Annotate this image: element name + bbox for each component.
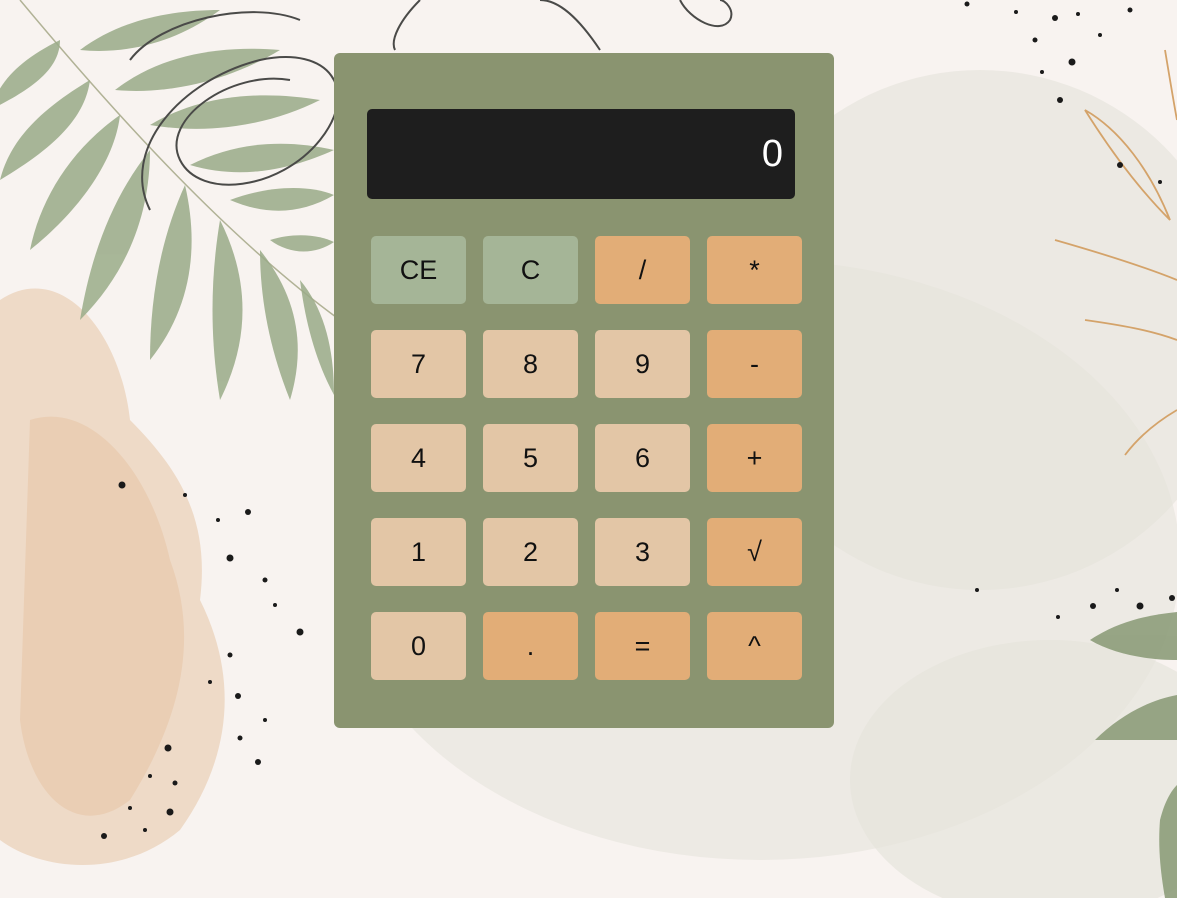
calculator-display: 0: [367, 109, 795, 199]
digit-1-button[interactable]: 1: [371, 518, 466, 586]
decimal-button[interactable]: .: [483, 612, 578, 680]
digit-9-button[interactable]: 9: [595, 330, 690, 398]
clear-entry-button[interactable]: CE: [371, 236, 466, 304]
power-button[interactable]: ^: [707, 612, 802, 680]
calculator: 0 CE C / * 7 8 9- 4 5 6 +1 2 3 √ 0. = ^: [334, 53, 834, 728]
digit-0-button[interactable]: 0: [371, 612, 466, 680]
digit-5-button[interactable]: 5: [483, 424, 578, 492]
digit-4-button[interactable]: 4: [371, 424, 466, 492]
digit-8-button[interactable]: 8: [483, 330, 578, 398]
add-button[interactable]: +: [707, 424, 802, 492]
digit-7-button[interactable]: 7: [371, 330, 466, 398]
digit-3-button[interactable]: 3: [595, 518, 690, 586]
multiply-button[interactable]: *: [707, 236, 802, 304]
divide-button[interactable]: /: [595, 236, 690, 304]
calculator-keypad: CE C / * 7 8 9- 4 5 6 +1 2 3 √ 0. = ^: [371, 236, 802, 680]
digit-6-button[interactable]: 6: [595, 424, 690, 492]
square-root-button[interactable]: √: [707, 518, 802, 586]
clear-button[interactable]: C: [483, 236, 578, 304]
digit-2-button[interactable]: 2: [483, 518, 578, 586]
subtract-button[interactable]: -: [707, 330, 802, 398]
display-value: 0: [761, 132, 783, 175]
equals-button[interactable]: =: [595, 612, 690, 680]
